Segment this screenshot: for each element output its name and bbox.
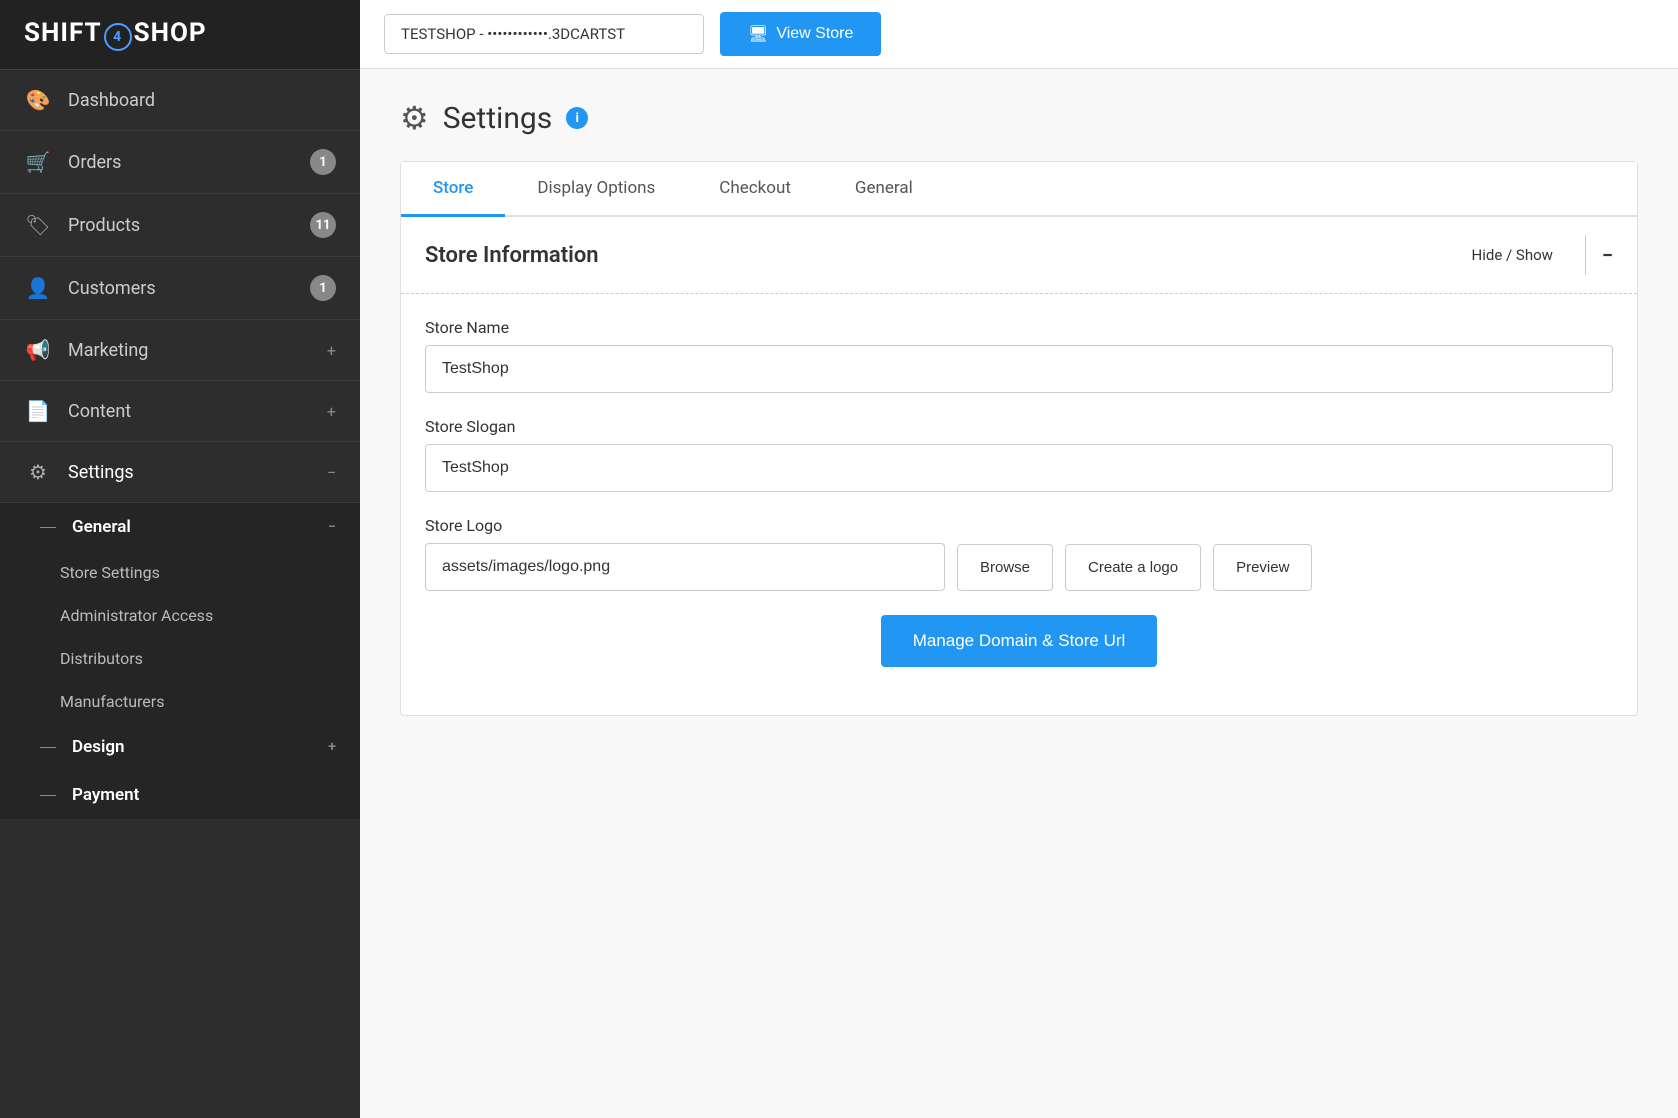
tab-store[interactable]: Store	[401, 162, 505, 217]
sidebar-item-label: Marketing	[68, 340, 311, 361]
dashboard-icon: 🎨	[24, 88, 52, 112]
sidebar-item-administrator-access[interactable]: Administrator Access	[0, 594, 360, 637]
store-logo-label: Store Logo	[425, 516, 1613, 535]
products-icon: 🏷	[24, 213, 52, 237]
sidebar-item-products[interactable]: 🏷 Products 11	[0, 194, 360, 257]
sidebar-item-marketing[interactable]: 📢 Marketing +	[0, 320, 360, 381]
store-logo-input[interactable]	[425, 543, 945, 591]
card-header: Store Information Hide / Show −	[401, 217, 1637, 294]
store-url-display: TESTSHOP - ••••••••••••.3DCARTST	[384, 14, 704, 54]
sidebar-item-label: Content	[68, 401, 311, 422]
sidebar-item-settings[interactable]: ⚙ Settings −	[0, 442, 360, 503]
tab-checkout[interactable]: Checkout	[687, 162, 823, 217]
hide-show-link[interactable]: Hide / Show	[1472, 246, 1553, 264]
preview-button[interactable]: Preview	[1213, 544, 1312, 591]
payment-section-header[interactable]: Payment	[0, 771, 360, 819]
settings-card: Store Display Options Checkout General S…	[400, 161, 1638, 716]
card-title: Store Information	[425, 243, 1472, 268]
marketing-icon: 📢	[24, 338, 52, 362]
sidebar-item-label: Products	[68, 215, 294, 236]
products-badge: 11	[310, 212, 336, 238]
orders-icon: 🛒	[24, 150, 52, 174]
sidebar-item-label: Dashboard	[68, 90, 336, 111]
main-content: TESTSHOP - ••••••••••••.3DCARTST 🖥 View …	[360, 0, 1678, 1118]
sidebar-item-content[interactable]: 📄 Content +	[0, 381, 360, 442]
settings-icon: ⚙	[24, 460, 52, 484]
logo-badge: 4	[104, 23, 132, 51]
general-section-header[interactable]: General −	[0, 503, 360, 551]
logo-row: Browse Create a logo Preview	[425, 543, 1613, 591]
sidebar-item-store-settings[interactable]: Store Settings	[0, 551, 360, 594]
vertical-divider	[1585, 235, 1586, 275]
store-logo-group: Store Logo Browse Create a logo Preview	[425, 516, 1613, 591]
store-slogan-group: Store Slogan	[425, 417, 1613, 492]
store-name-input[interactable]	[425, 345, 1613, 393]
payment-label: Payment	[72, 785, 139, 805]
store-slogan-input[interactable]	[425, 444, 1613, 492]
design-expand: +	[328, 739, 336, 755]
sidebar-item-label: Customers	[68, 278, 294, 299]
manage-domain-button[interactable]: Manage Domain & Store Url	[881, 615, 1158, 667]
store-slogan-label: Store Slogan	[425, 417, 1613, 436]
tab-display-options[interactable]: Display Options	[505, 162, 687, 217]
sidebar-item-orders[interactable]: 🛒 Orders 1	[0, 131, 360, 194]
design-section-header[interactable]: Design +	[0, 723, 360, 771]
sidebar-item-label: Orders	[68, 152, 294, 173]
topbar: TESTSHOP - ••••••••••••.3DCARTST 🖥 View …	[360, 0, 1678, 69]
section-line	[40, 527, 56, 528]
store-name-group: Store Name	[425, 318, 1613, 393]
marketing-expand: +	[327, 341, 336, 360]
card-body: Store Name Store Slogan Store Logo Brows…	[401, 294, 1637, 715]
collapse-button[interactable]: −	[1602, 243, 1613, 267]
sidebar: SHIFT4SHOP 🎨 Dashboard 🛒 Orders 1 🏷 Prod…	[0, 0, 360, 1118]
settings-expand: −	[327, 463, 336, 482]
page-header: ⚙ Settings i	[400, 99, 1638, 137]
browse-button[interactable]: Browse	[957, 544, 1053, 591]
content-icon: 📄	[24, 399, 52, 423]
customers-badge: 1	[310, 275, 336, 301]
general-expand: −	[328, 519, 336, 535]
store-name-label: Store Name	[425, 318, 1613, 337]
sidebar-item-label: Settings	[68, 462, 311, 483]
sidebar-item-manufacturers[interactable]: Manufacturers	[0, 680, 360, 723]
sidebar-item-distributors[interactable]: Distributors	[0, 637, 360, 680]
sidebar-item-dashboard[interactable]: 🎨 Dashboard	[0, 70, 360, 131]
content-area: ⚙ Settings i Store Display Options Check…	[360, 69, 1678, 1118]
page-title: Settings	[443, 101, 553, 136]
settings-submenu: General − Store Settings Administrator A…	[0, 503, 360, 819]
section-line	[40, 795, 56, 796]
general-label: General	[72, 517, 131, 537]
tabs-bar: Store Display Options Checkout General	[401, 162, 1637, 217]
create-logo-button[interactable]: Create a logo	[1065, 544, 1201, 591]
logo-text: SHIFT4SHOP	[24, 18, 207, 51]
design-label: Design	[72, 737, 125, 757]
customers-icon: 👤	[24, 276, 52, 300]
info-icon[interactable]: i	[566, 107, 588, 129]
section-line	[40, 747, 56, 748]
sidebar-logo: SHIFT4SHOP	[0, 0, 360, 70]
monitor-icon: 🖥	[748, 24, 768, 44]
view-store-label: View Store	[776, 25, 853, 43]
view-store-button[interactable]: 🖥 View Store	[720, 12, 881, 56]
settings-gear-icon: ⚙	[400, 99, 429, 137]
tab-general[interactable]: General	[823, 162, 945, 217]
orders-badge: 1	[310, 149, 336, 175]
content-expand: +	[327, 402, 336, 421]
sidebar-item-customers[interactable]: 👤 Customers 1	[0, 257, 360, 320]
